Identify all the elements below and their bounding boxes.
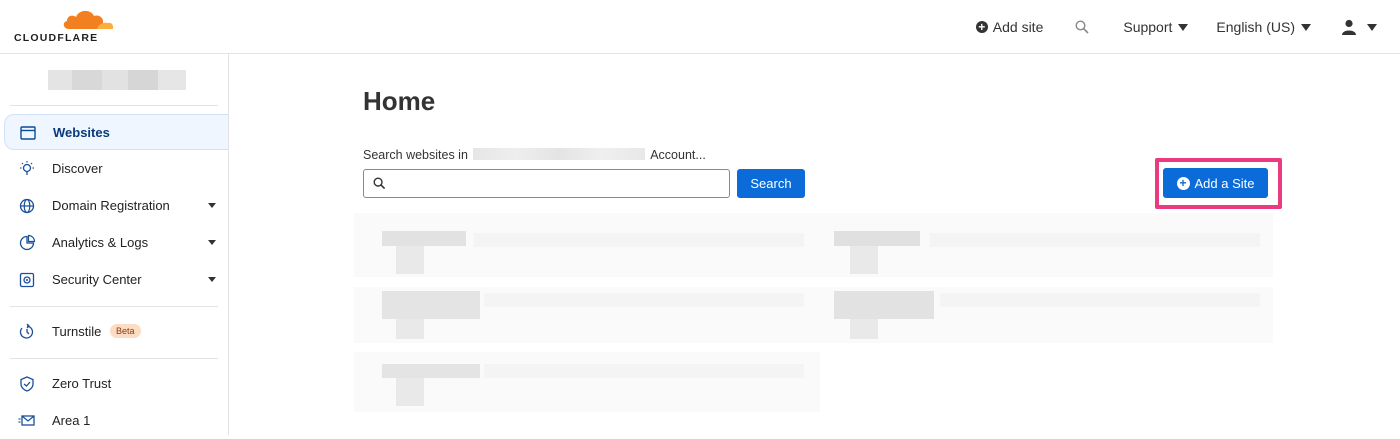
site-card-redacted[interactable] [354, 352, 820, 412]
divider [10, 306, 218, 307]
mail-icon [18, 415, 35, 426]
top-nav: + Add site Support English (US) [975, 0, 1400, 54]
sidebar-item-label: Area 1 [52, 413, 91, 428]
account-name-redacted [473, 148, 646, 160]
add-a-site-label: Add a Site [1194, 175, 1255, 191]
site-card-redacted[interactable] [354, 213, 820, 277]
sidebar-item-label: Domain Registration [52, 198, 170, 213]
sidebar-item-websites[interactable]: Websites [4, 114, 228, 150]
site-card-redacted[interactable] [820, 287, 1273, 343]
divider [10, 105, 218, 106]
search-button[interactable]: Search [737, 169, 805, 198]
search-icon[interactable] [1075, 20, 1091, 34]
chevron-down-icon [208, 240, 216, 245]
search-icon [373, 177, 386, 190]
logo-wordmark: CLOUDFLARE [14, 32, 99, 44]
globe-icon [19, 198, 35, 214]
security-center-icon [19, 272, 35, 288]
language-label: English (US) [1216, 19, 1295, 35]
user-menu[interactable] [1341, 19, 1377, 35]
browser-window-icon [20, 126, 36, 140]
sidebar-item-label: Websites [53, 125, 110, 140]
turnstile-icon [19, 323, 34, 339]
add-site-label: Add site [992, 19, 1044, 35]
support-label: Support [1123, 19, 1173, 35]
sidebar-item-area-1[interactable]: Area 1 [4, 403, 228, 439]
sidebar-item-domain-registration[interactable]: Domain Registration [4, 188, 228, 224]
cloudflare-logo[interactable]: CLOUDFLARE [14, 8, 114, 44]
sidebar-item-label: Analytics & Logs [52, 235, 149, 250]
top-bar: CLOUDFLARE + Add site Support English (U… [0, 0, 1400, 54]
pie-chart-icon [19, 234, 36, 251]
search-label: Search websites in Account... [363, 148, 706, 162]
search-label-prefix: Search websites in [363, 148, 468, 162]
sidebar-item-label: Security Center [52, 272, 142, 287]
divider [10, 358, 218, 359]
chevron-down-icon [1178, 23, 1189, 31]
chevron-down-icon [208, 277, 216, 282]
sidebar-item-analytics-logs[interactable]: Analytics & Logs [4, 225, 228, 261]
site-card-redacted[interactable] [820, 213, 1273, 277]
sidebar-item-label: Turnstile [52, 324, 102, 339]
lightbulb-icon [20, 161, 34, 175]
shield-icon [20, 376, 34, 392]
sidebar: Websites Discover Domain Registration An… [0, 54, 229, 435]
add-site-link[interactable]: + Add site [975, 19, 1044, 35]
beta-badge: Beta [110, 324, 141, 338]
cloud-icon [63, 10, 114, 29]
user-icon [1342, 19, 1356, 35]
account-name-redacted[interactable] [48, 70, 186, 90]
sidebar-item-discover[interactable]: Discover [4, 151, 228, 187]
support-dropdown[interactable]: Support [1123, 19, 1189, 35]
page-title: Home [363, 86, 436, 116]
chevron-down-icon [208, 203, 216, 208]
sidebar-item-security-center[interactable]: Security Center [4, 262, 228, 298]
sidebar-item-label: Zero Trust [52, 376, 112, 391]
site-card-redacted[interactable] [354, 287, 820, 343]
chevron-down-icon [1301, 23, 1311, 31]
plus-circle-icon: + [1176, 176, 1190, 190]
plus-circle-icon: + [975, 21, 988, 33]
chevron-down-icon [1367, 23, 1377, 31]
sidebar-item-turnstile[interactable]: Turnstile Beta [4, 314, 228, 350]
sidebar-item-label: Discover [52, 161, 103, 176]
search-websites-input[interactable] [392, 173, 722, 195]
search-label-suffix: Account... [650, 148, 706, 162]
search-websites-field[interactable] [363, 169, 730, 198]
add-a-site-button[interactable]: + Add a Site [1163, 168, 1268, 198]
sidebar-item-zero-trust[interactable]: Zero Trust [4, 366, 228, 402]
language-dropdown[interactable]: English (US) [1216, 19, 1311, 35]
